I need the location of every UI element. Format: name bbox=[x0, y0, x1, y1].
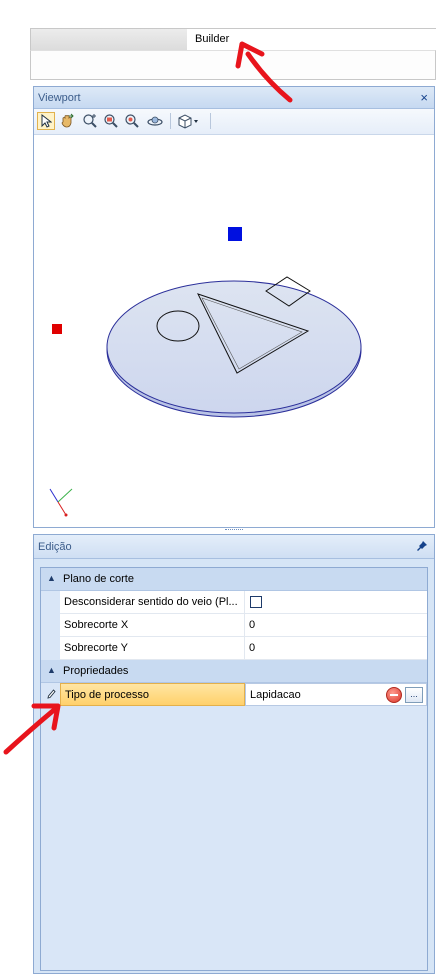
zoom-window-button[interactable] bbox=[102, 112, 120, 130]
pan-tool-button[interactable] bbox=[58, 112, 76, 130]
property-grid: ▲ Plano de corte Desconsiderar sentido d… bbox=[40, 567, 428, 971]
sobrecorte-y-value[interactable]: 0 bbox=[245, 637, 427, 660]
clear-value-button[interactable] bbox=[386, 687, 402, 703]
select-tool-button[interactable] bbox=[37, 112, 55, 130]
edicao-title-bar: Edição bbox=[34, 535, 434, 559]
property-name: Sobrecorte Y bbox=[64, 642, 129, 654]
viewport-toolbar bbox=[34, 109, 434, 135]
scene-3d bbox=[49, 227, 362, 517]
tab-inactive[interactable] bbox=[31, 29, 188, 50]
property-row-selected[interactable]: Tipo de processo Lapidacao ... bbox=[41, 683, 427, 706]
view-cube-dropdown[interactable] bbox=[175, 112, 203, 130]
edicao-title: Edição bbox=[38, 541, 72, 553]
tipo-de-processo-value[interactable]: Lapidacao ... bbox=[245, 683, 427, 706]
category-plano-de-corte[interactable]: ▲ Plano de corte bbox=[41, 568, 427, 591]
tab-builder-label: Builder bbox=[195, 33, 230, 45]
zoom-icon bbox=[125, 114, 139, 128]
browse-button[interactable]: ... bbox=[405, 687, 423, 703]
select-icon bbox=[41, 114, 52, 128]
tab-builder[interactable]: Builder bbox=[187, 29, 437, 51]
property-row[interactable]: Sobrecorte X 0 bbox=[41, 614, 427, 637]
collapse-chevron-icon[interactable]: ▲ bbox=[47, 573, 56, 583]
splitter-grip[interactable] bbox=[225, 529, 243, 532]
viewport-close-button[interactable]: × bbox=[420, 90, 428, 105]
toolbar-separator bbox=[170, 113, 171, 129]
property-name: Desconsiderar sentido do veio (Pl... bbox=[64, 596, 238, 608]
category-propriedades[interactable]: ▲ Propriedades bbox=[41, 660, 427, 683]
toolbar-separator bbox=[210, 113, 211, 129]
zoom-extents-button[interactable] bbox=[81, 112, 99, 130]
collapse-chevron-icon[interactable]: ▲ bbox=[47, 665, 56, 675]
property-row[interactable]: Desconsiderar sentido do veio (Pl... bbox=[41, 591, 427, 614]
pin-icon bbox=[417, 541, 427, 551]
orbit-button[interactable] bbox=[146, 112, 164, 130]
x-axis-marker bbox=[52, 324, 62, 334]
orbit-icon bbox=[147, 116, 163, 126]
z-axis-marker bbox=[228, 227, 242, 241]
view-cube-icon bbox=[178, 114, 198, 129]
zoom-window-icon bbox=[104, 114, 118, 128]
disc-top[interactable] bbox=[106, 280, 362, 414]
viewport-title: Viewport bbox=[38, 92, 81, 104]
desconsiderar-checkbox[interactable] bbox=[250, 596, 262, 608]
annotation-arrow-icon bbox=[235, 41, 293, 103]
edicao-panel: Edição ▲ Plano de corte Desconsiderar se… bbox=[33, 534, 435, 974]
pencil-icon bbox=[47, 689, 56, 699]
property-name: Tipo de processo bbox=[65, 689, 149, 701]
axis-triad-icon bbox=[49, 488, 73, 517]
sobrecorte-x-value[interactable]: 0 bbox=[245, 614, 427, 637]
viewport-canvas[interactable] bbox=[36, 137, 432, 525]
pin-button[interactable] bbox=[416, 540, 428, 555]
zoom-button[interactable] bbox=[123, 112, 141, 130]
category-label: Plano de corte bbox=[63, 573, 134, 585]
annotation-arrow-icon bbox=[3, 703, 61, 755]
pan-hand-icon bbox=[61, 113, 74, 128]
property-row[interactable]: Sobrecorte Y 0 bbox=[41, 637, 427, 660]
viewport-panel: Viewport × bbox=[33, 86, 435, 528]
category-label: Propriedades bbox=[63, 665, 129, 677]
property-name: Sobrecorte X bbox=[64, 619, 129, 631]
zoom-extents-icon bbox=[83, 114, 97, 128]
